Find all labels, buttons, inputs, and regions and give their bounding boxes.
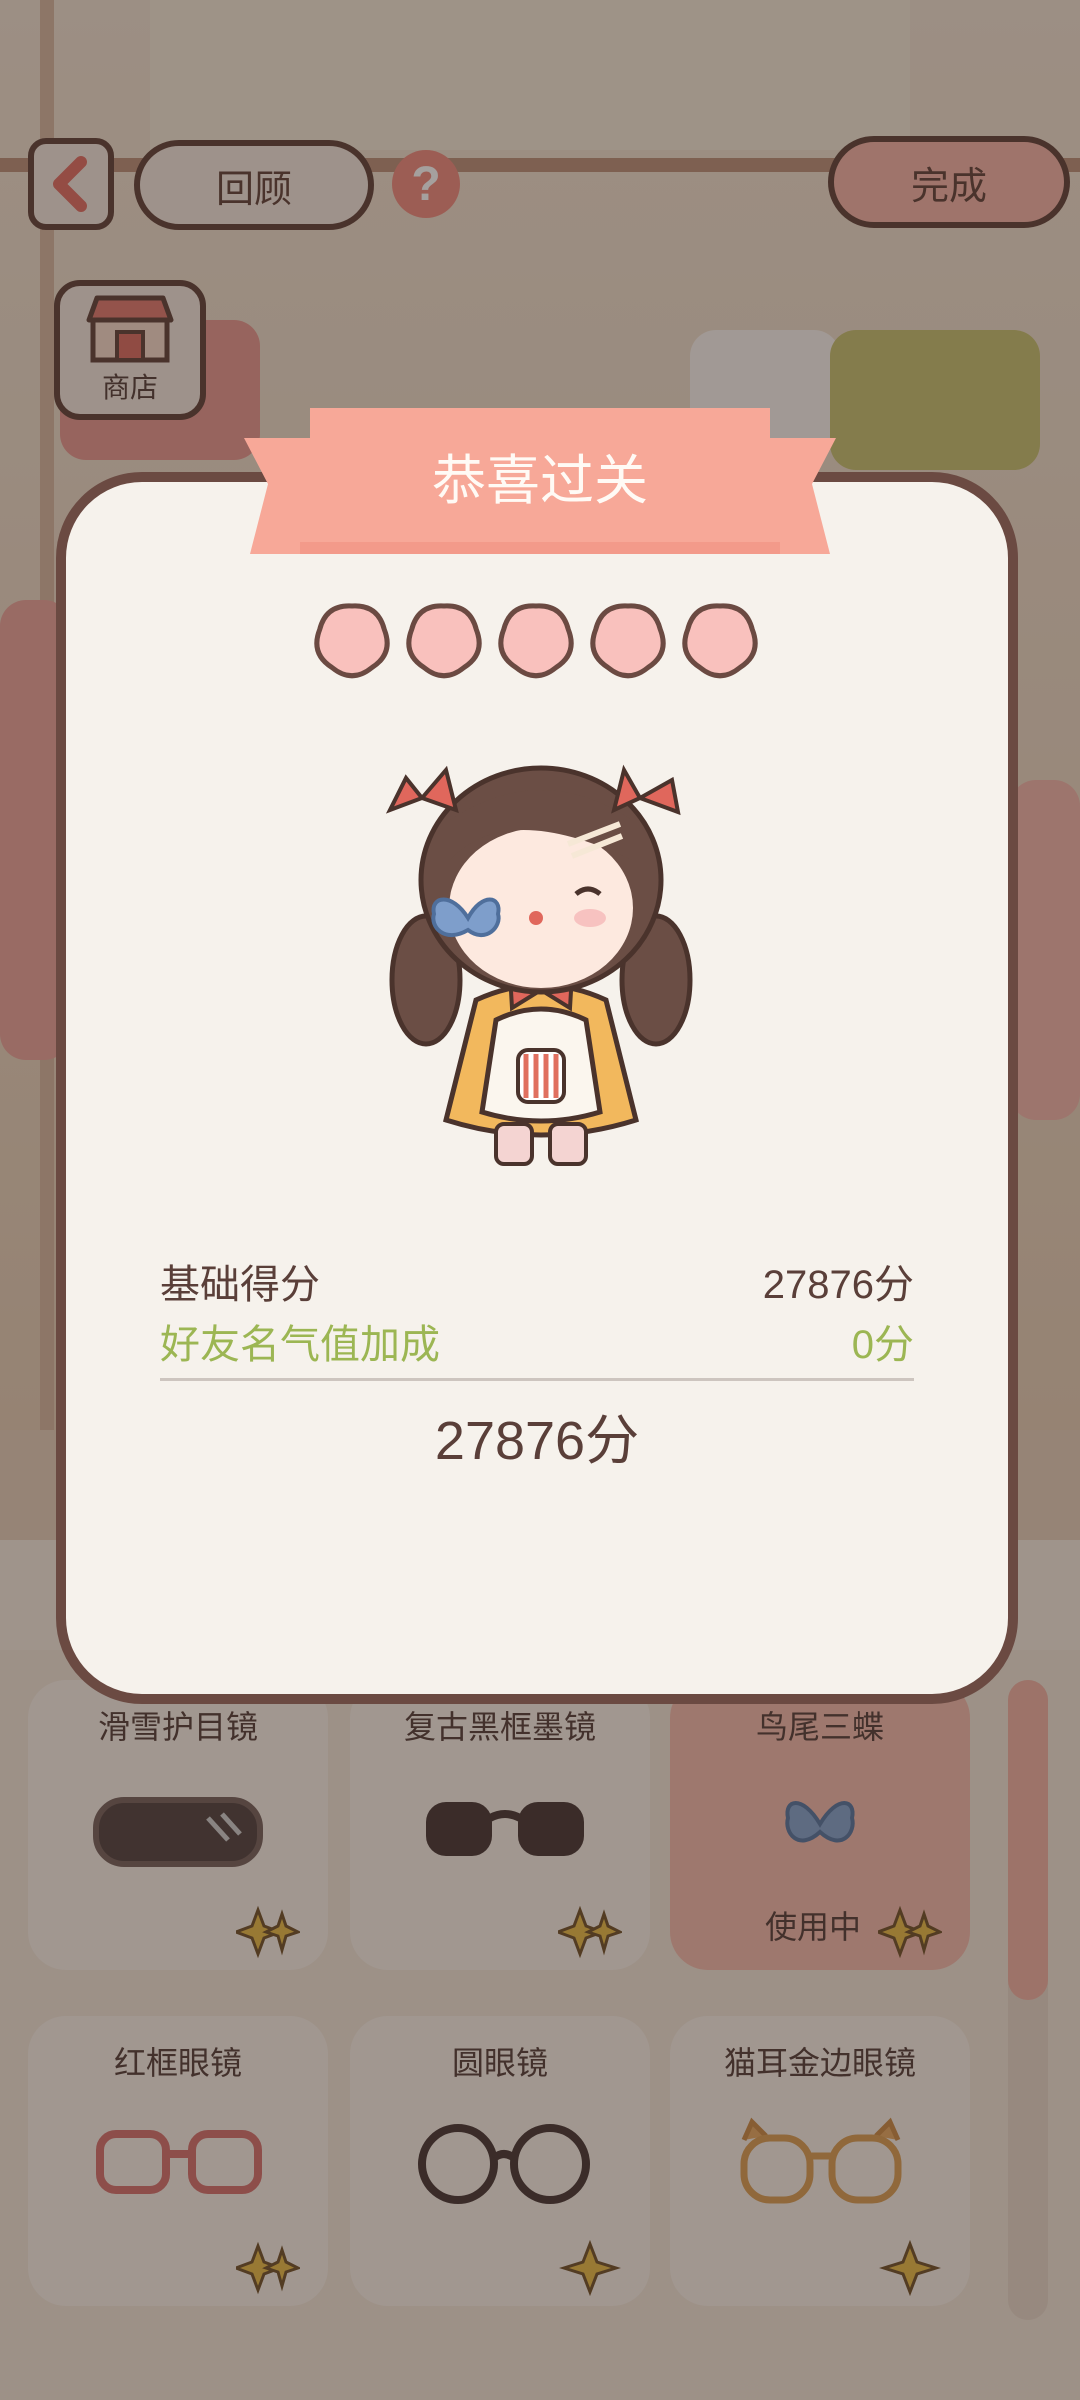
star-icon — [498, 603, 574, 679]
dialog-title: 恭喜过关 — [432, 451, 648, 511]
star-icon — [682, 603, 758, 679]
star-icon — [590, 603, 666, 679]
score-divider — [160, 1378, 914, 1381]
star-rating — [314, 603, 758, 679]
total-score: 27876分 — [434, 1411, 640, 1471]
friend-bonus-label: 好友名气值加成 — [160, 1323, 440, 1367]
base-score-value: 27876分 — [762, 1263, 914, 1307]
star-icon — [406, 603, 482, 679]
star-icon — [314, 603, 390, 679]
character-avatar — [386, 764, 693, 1166]
base-score-label: 基础得分 — [160, 1263, 320, 1307]
friend-bonus-value: 0分 — [851, 1323, 914, 1367]
